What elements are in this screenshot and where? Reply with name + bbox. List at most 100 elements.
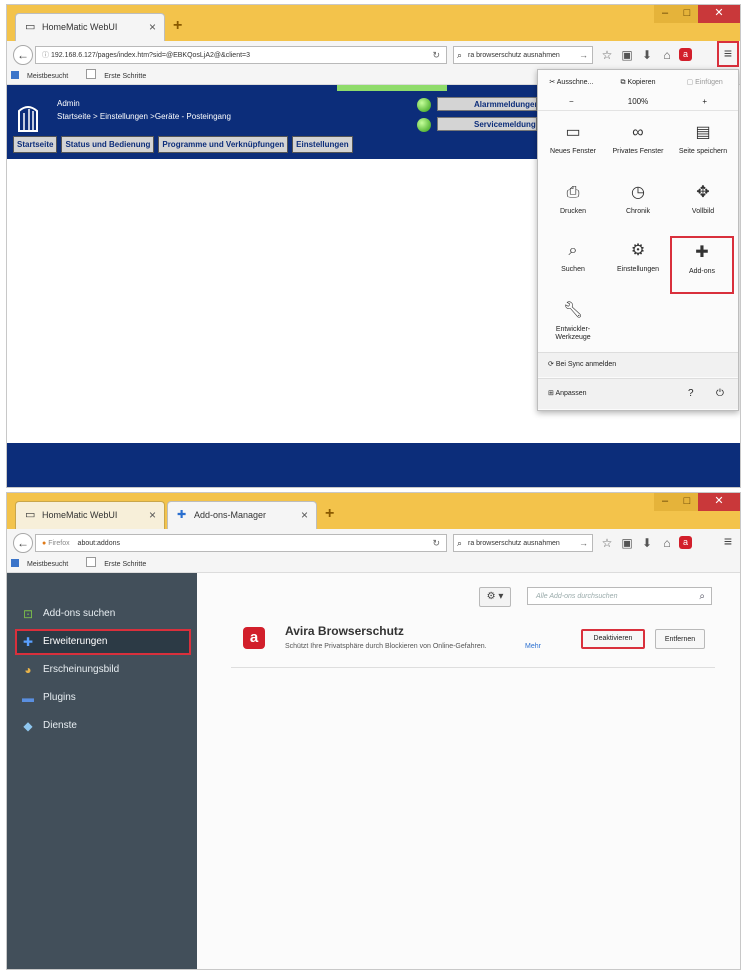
paste-button[interactable]: ▢ Einfügen: [671, 74, 738, 92]
menu-item-label: Entwickler-Werkzeuge: [555, 326, 591, 341]
home-icon[interactable]: ⌂: [659, 47, 675, 63]
tab-homematic[interactable]: ▭ HomeMatic WebUI ×: [15, 13, 165, 41]
plus-box-icon: ⊞: [548, 390, 554, 397]
menu-item-addons[interactable]: ✚ Add-ons: [670, 236, 734, 294]
sync-signin[interactable]: ⟳ Bei Sync anmelden: [538, 352, 738, 377]
category-extensions[interactable]: ✚ Erweiterungen: [15, 629, 191, 655]
bookmark-first-steps[interactable]: Erste Schritte: [86, 557, 154, 568]
cut-button[interactable]: ✂ Ausschne...: [538, 74, 605, 92]
copy-button[interactable]: ⧉ Kopieren: [605, 74, 672, 92]
menu-item-new-window[interactable]: ▭ Neues Fenster: [542, 122, 604, 178]
back-button[interactable]: ←: [13, 45, 33, 65]
bookmark-most-visited[interactable]: Meistbesucht: [11, 71, 76, 80]
quit-power-icon[interactable]: ⏻: [716, 379, 724, 409]
home-icon[interactable]: ⌂: [659, 535, 675, 551]
category-label: Dienste: [43, 720, 77, 731]
service-messages-button[interactable]: Servicemeldungen: [437, 117, 537, 131]
category-plugins[interactable]: ▬ Plugins: [17, 687, 193, 709]
reload-icon[interactable]: ↻: [432, 535, 440, 551]
menu-item-history[interactable]: ◷ Chronik: [607, 182, 669, 238]
search-bar[interactable]: ⌕ ra browserschutz ausnahmen →: [453, 534, 593, 552]
customize-row: ⊞ Anpassen ? ⏻: [538, 378, 738, 409]
bookmark-most-visited[interactable]: Meistbesucht: [11, 559, 76, 568]
bookmark-first-steps[interactable]: Erste Schritte: [86, 69, 154, 80]
title-bar: ▭ HomeMatic WebUI × ✚ Add-ons-Manager × …: [7, 493, 740, 529]
navigation-toolbar: ← ⓘ 192.168.6.127/pages/index.htm?sid=@E…: [7, 41, 740, 70]
wrench-icon: 🔧︎: [562, 302, 584, 319]
new-tab-button[interactable]: +: [325, 505, 334, 523]
category-appearance[interactable]: ◕ Erscheinungsbild: [17, 659, 193, 681]
menu-item-print[interactable]: ⎙ Drucken: [542, 182, 604, 238]
close-window-button[interactable]: ✕: [698, 5, 740, 23]
search-bar[interactable]: ⌕ ra browserschutz ausnahmen →: [453, 46, 593, 64]
search-icon: ⌕: [568, 242, 578, 259]
sync-label: Bei Sync anmelden: [555, 361, 617, 368]
menu-item-label: Seite speichern: [678, 148, 728, 155]
tab-homematic[interactable]: ▭ HomeMatic WebUI ×: [15, 501, 165, 529]
search-icon: ⌕: [699, 591, 705, 602]
disable-addon-button[interactable]: Deaktivieren: [581, 629, 645, 649]
tab-addons-manager[interactable]: ✚ Add-ons-Manager ×: [167, 501, 317, 529]
close-tab-icon[interactable]: ×: [301, 508, 308, 522]
minimize-button[interactable]: –: [654, 5, 676, 23]
menu-item-developer-tools[interactable]: 🔧︎ Entwickler-Werkzeuge: [542, 300, 604, 356]
open-menu-button[interactable]: ≡: [718, 532, 738, 552]
remove-addon-button[interactable]: Entfernen: [655, 629, 705, 649]
menu-button-highlight: [717, 41, 739, 67]
bookmark-star-icon[interactable]: ☆: [599, 535, 615, 551]
nav-status[interactable]: Status und Bedienung: [61, 136, 155, 153]
puzzle-icon: ✚: [22, 635, 34, 649]
close-tab-icon[interactable]: ×: [149, 20, 156, 34]
reload-icon[interactable]: ↻: [432, 47, 440, 63]
menu-item-preferences[interactable]: ⚙ Einstellungen: [607, 240, 669, 296]
addons-tools-gear-button[interactable]: ⚙ ▾: [479, 587, 511, 607]
search-value: ra browserschutz ausnahmen: [468, 52, 560, 59]
zoom-in-button[interactable]: +: [671, 94, 738, 110]
breadcrumb: Startseite > Einstellungen >Geräte - Pos…: [57, 112, 231, 121]
new-tab-button[interactable]: +: [173, 17, 182, 35]
category-get-addons[interactable]: ⊡ Add-ons suchen: [17, 603, 193, 625]
download-icon[interactable]: ⬇: [639, 47, 655, 63]
shopping-bag-icon: ⊡: [22, 607, 34, 621]
close-tab-icon[interactable]: ×: [149, 508, 156, 522]
menu-item-private-window[interactable]: ∞ Privates Fenster: [607, 122, 669, 178]
help-button[interactable]: ?: [688, 379, 694, 409]
close-window-button[interactable]: ✕: [698, 493, 740, 511]
zoom-out-button[interactable]: −: [538, 94, 605, 110]
homematic-footer: [7, 443, 740, 487]
copy-label: Kopieren: [627, 79, 656, 86]
menu-item-save-page[interactable]: ▤ Seite speichern: [672, 122, 734, 178]
addons-search-input[interactable]: Alle Add-ons durchsuchen ⌕: [527, 587, 712, 605]
printer-icon: ⎙: [566, 184, 580, 201]
category-services[interactable]: ◆ Dienste: [17, 715, 193, 737]
nav-einstellungen[interactable]: Einstellungen: [292, 136, 353, 153]
minimize-button[interactable]: –: [654, 493, 676, 511]
nav-programme[interactable]: Programme und Verknüpfungen: [158, 136, 289, 153]
url-bar[interactable]: ⓘ 192.168.6.127/pages/index.htm?sid=@EBK…: [35, 46, 447, 64]
bookmarks-list-icon[interactable]: ▣: [619, 47, 635, 63]
back-button[interactable]: ←: [13, 533, 33, 553]
sync-icon: ⟳: [548, 361, 554, 368]
firefox-menu-panel: ✂ Ausschne... ⧉ Kopieren ▢ Einfügen − 10…: [537, 69, 739, 411]
addon-name: Avira Browserschutz: [285, 624, 404, 638]
zoom-level[interactable]: 100%: [605, 94, 672, 110]
addon-description: Schützt Ihre Privatsphäre durch Blockier…: [285, 643, 487, 650]
addon-item-avira[interactable]: а Avira Browserschutz Schützt Ihre Priva…: [231, 624, 715, 668]
alarm-messages-button[interactable]: Alarmmeldungen: [437, 97, 537, 111]
customize-button[interactable]: ⊞ Anpassen: [548, 390, 587, 397]
menu-item-find[interactable]: ⌕ Suchen: [542, 240, 604, 296]
addon-more-link[interactable]: Mehr: [525, 643, 541, 650]
url-bar[interactable]: ● Firefox about:addons ↻: [35, 534, 447, 552]
search-go-icon[interactable]: →: [579, 535, 588, 551]
maximize-button[interactable]: □: [676, 5, 698, 23]
nav-startseite[interactable]: Startseite: [13, 136, 58, 153]
search-go-icon[interactable]: →: [579, 47, 588, 63]
bookmark-star-icon[interactable]: ☆: [599, 47, 615, 63]
menu-item-fullscreen[interactable]: ✥ Vollbild: [672, 182, 734, 238]
download-icon[interactable]: ⬇: [639, 535, 655, 551]
bookmarks-list-icon[interactable]: ▣: [619, 535, 635, 551]
avira-icon[interactable]: a: [679, 536, 692, 549]
avira-icon[interactable]: a: [679, 48, 692, 61]
service-status-led-icon: [417, 118, 431, 132]
maximize-button[interactable]: □: [676, 493, 698, 511]
